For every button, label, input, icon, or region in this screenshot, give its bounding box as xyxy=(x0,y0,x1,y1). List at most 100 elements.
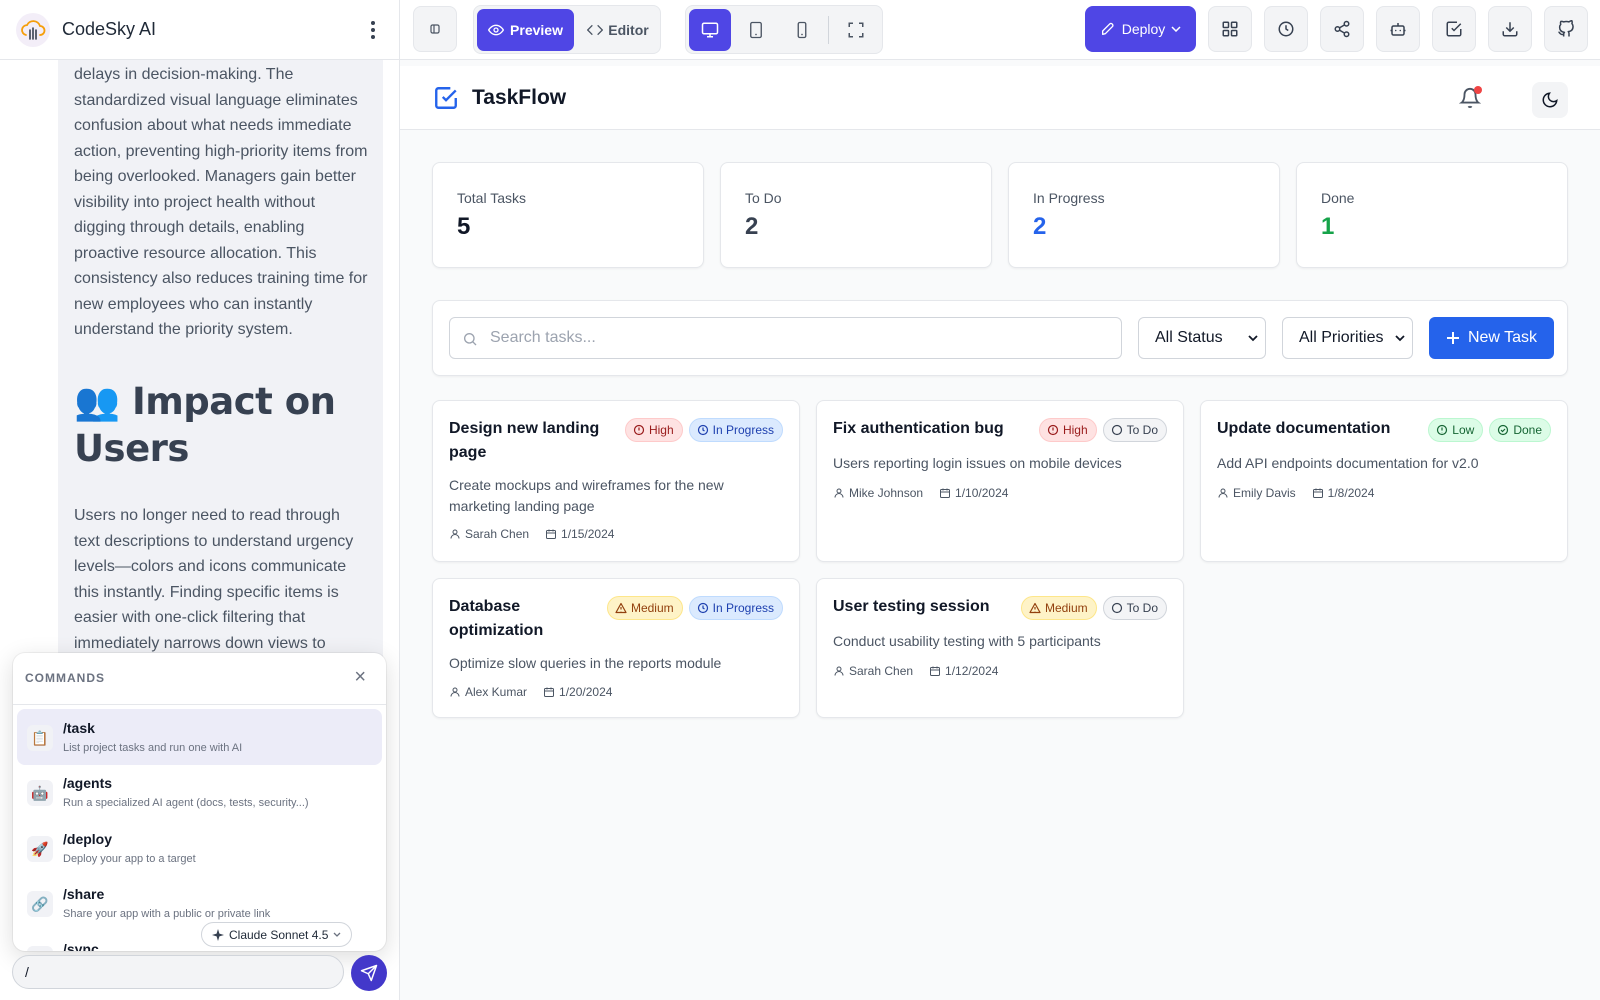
command-task[interactable]: 📋 /task List project tasks and run one w… xyxy=(17,709,382,765)
priority-label: Low xyxy=(1452,423,1475,437)
user-icon xyxy=(450,529,460,539)
status-label: To Do xyxy=(1126,423,1158,437)
share-icon xyxy=(1334,20,1350,38)
clock-icon xyxy=(1278,21,1294,37)
status-badge: To Do xyxy=(1102,418,1167,442)
notification-badge xyxy=(1474,86,1482,94)
divider xyxy=(13,704,386,705)
stat-value: 1 xyxy=(1321,213,1335,240)
send-button[interactable] xyxy=(351,955,387,991)
stat-card-todo: To Do 2 xyxy=(720,162,992,268)
status-filter-value: All Status xyxy=(1155,329,1223,346)
command-agents[interactable]: 🤖 /agents Run a specialized AI agent (do… xyxy=(17,764,382,820)
app-name: CodeSky AI xyxy=(62,19,157,39)
github-button[interactable] xyxy=(1544,6,1588,52)
robot-icon: 🤖 xyxy=(27,780,53,806)
calendar-icon xyxy=(1312,488,1323,498)
status-badge: Done xyxy=(1489,418,1551,442)
priority-filter-select[interactable]: All Priorities xyxy=(1282,317,1413,359)
stat-label: Done xyxy=(1321,190,1355,206)
alert-triangle-icon xyxy=(615,602,627,614)
github-icon xyxy=(1558,20,1574,37)
taskflow-header: TaskFlow xyxy=(400,66,1600,130)
rocket-icon: 🚀 xyxy=(27,836,53,862)
priority-badge: High xyxy=(624,418,683,442)
command-deploy[interactable]: 🚀 /deploy Deploy your app to a target xyxy=(17,820,382,876)
fullscreen-icon xyxy=(848,22,864,38)
deploy-button[interactable]: Deploy xyxy=(1085,6,1196,52)
editor-tab[interactable]: Editor xyxy=(578,9,658,51)
fullscreen-button[interactable] xyxy=(835,9,877,51)
notifications-button[interactable] xyxy=(1457,85,1483,111)
desktop-view-button[interactable] xyxy=(689,9,731,51)
status-badge: In Progress xyxy=(688,596,783,620)
calendar-icon xyxy=(930,666,941,676)
alert-circle-icon xyxy=(1047,424,1059,436)
command-name: /sync xyxy=(63,941,99,951)
mobile-view-button[interactable] xyxy=(781,9,823,51)
clock-icon xyxy=(697,602,708,614)
chat-panel: CodeSky AI delays in decision-making. Th… xyxy=(0,0,400,1000)
tasks-button[interactable] xyxy=(1432,6,1476,52)
tablet-icon xyxy=(750,21,762,39)
status-badge: To Do xyxy=(1102,596,1167,620)
model-selector[interactable]: Claude Sonnet 4.5 xyxy=(201,922,353,947)
close-icon[interactable]: × xyxy=(354,665,366,689)
clipboard-icon: 📋 xyxy=(27,725,53,751)
priority-label: Medium xyxy=(1044,601,1088,615)
task-date: 1/15/2024 xyxy=(561,527,615,541)
agent-button[interactable] xyxy=(1376,6,1420,52)
monitor-icon xyxy=(701,22,719,38)
task-description: Optimize slow queries in the reports mod… xyxy=(449,655,722,671)
priority-label: Medium xyxy=(630,601,674,615)
circle-icon xyxy=(1111,424,1122,436)
task-assignee: Sarah Chen xyxy=(465,527,530,541)
code-icon xyxy=(587,24,604,36)
task-assignee: Mike Johnson xyxy=(849,486,924,500)
task-description: Users reporting login issues on mobile d… xyxy=(833,455,1122,471)
page-title: TaskFlow xyxy=(472,86,567,109)
task-title: Fix authentication bug xyxy=(833,420,1004,437)
status-badge: In Progress xyxy=(688,418,783,442)
new-task-label: New Task xyxy=(1467,329,1538,346)
command-name: /deploy xyxy=(63,831,113,847)
app-logo xyxy=(16,12,50,47)
check-square-icon xyxy=(1446,21,1462,37)
theme-toggle-button[interactable] xyxy=(1532,82,1568,118)
chat-input[interactable] xyxy=(12,955,344,989)
priority-badge: High xyxy=(1038,418,1097,442)
history-button[interactable] xyxy=(1264,6,1308,52)
check-circle-icon xyxy=(1498,424,1509,436)
search-input[interactable] xyxy=(490,318,1110,358)
stat-label: To Do xyxy=(745,190,782,206)
filter-bar: All Status All Priorities New Task xyxy=(432,300,1568,376)
task-card[interactable]: Fix authentication bug High To Do Users … xyxy=(816,400,1184,562)
status-filter-select[interactable]: All Status xyxy=(1138,317,1266,359)
top-toolbar: Preview Editor Deploy xyxy=(400,0,1600,60)
task-meta: Sarah Chen 1/15/2024 xyxy=(449,527,614,541)
apps-button[interactable] xyxy=(1208,6,1252,52)
device-toggle xyxy=(685,5,883,54)
stat-label: In Progress xyxy=(1033,190,1105,206)
tablet-view-button[interactable] xyxy=(735,9,777,51)
app-preview: TaskFlow Total Tasks 5 To Do 2 In Progre… xyxy=(400,60,1600,1000)
divider xyxy=(828,16,829,44)
app-window: CodeSky AI delays in decision-making. Th… xyxy=(0,0,1600,1000)
stat-value: 5 xyxy=(457,213,471,240)
task-title: User testing session xyxy=(833,598,990,615)
sidebar-toggle-button[interactable] xyxy=(413,6,457,52)
task-card[interactable]: User testing session Medium To Do Conduc… xyxy=(816,578,1184,718)
download-button[interactable] xyxy=(1488,6,1532,52)
share-button[interactable] xyxy=(1320,6,1364,52)
task-date: 1/10/2024 xyxy=(955,486,1009,500)
task-card[interactable]: Design new landing page High In Progress… xyxy=(432,400,800,562)
chevron-down-icon xyxy=(1248,335,1258,342)
more-options-icon[interactable] xyxy=(363,18,383,42)
command-name: /share xyxy=(63,886,105,902)
task-card[interactable]: Database optimization Medium In Progress… xyxy=(432,578,800,718)
preview-tab[interactable]: Preview xyxy=(477,9,574,51)
new-task-button[interactable]: New Task xyxy=(1429,317,1554,359)
task-card[interactable]: Update documentation Low Done Add API en… xyxy=(1200,400,1568,562)
task-title: Database optimization xyxy=(449,598,544,639)
command-name: /task xyxy=(63,720,95,736)
